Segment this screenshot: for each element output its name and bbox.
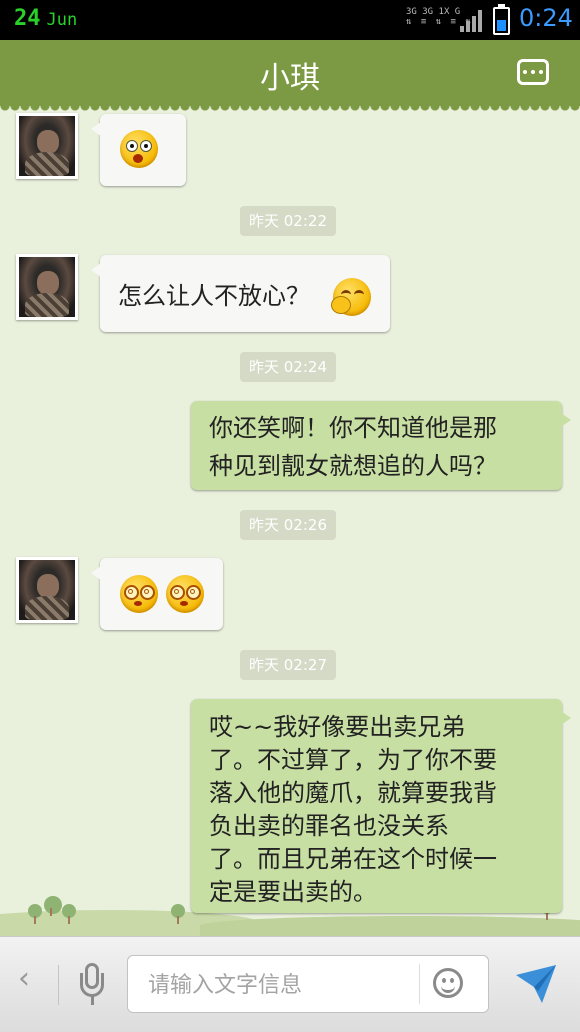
status-date-day: 24	[14, 6, 41, 31]
message-line: 定是要出卖的。	[209, 878, 377, 906]
message-line: 了。不过算了，为了你不要	[209, 746, 497, 774]
message-bubble-incoming[interactable]: 怎么让人不放心？	[91, 255, 390, 332]
contact-avatar[interactable]	[16, 557, 78, 623]
message-line: 种见到靓女就想追的人吗？	[209, 452, 497, 480]
surprised-emoji-icon	[120, 130, 158, 168]
message-bubble-incoming[interactable]	[91, 558, 223, 630]
message-timestamp: 昨天 02:26	[240, 510, 336, 540]
chat-header: 小琪	[0, 40, 580, 112]
dizzy-emoji-icon	[120, 575, 158, 613]
dizzy-emoji-icon	[166, 575, 204, 613]
message-input[interactable]	[146, 968, 420, 1002]
status-time: 0:24	[519, 4, 573, 32]
message-line: 你还笑啊！你不知道他是那	[209, 414, 497, 442]
message-bubble-outgoing[interactable]: 你还笑啊！你不知道他是那 种见到靓女就想追的人吗？	[191, 401, 571, 490]
message-line: 落入他的魔爪，就算要我背	[209, 779, 497, 807]
message-text: 哎~~我好像要出卖兄弟 了。不过算了，为了你不要 落入他的魔爪，就算要我背 负出…	[209, 711, 497, 909]
message-text: 你还笑啊！你不知道他是那 种见到靓女就想追的人吗？	[209, 409, 497, 485]
smiley-icon[interactable]	[433, 968, 463, 998]
network-label-3g: 3G	[406, 7, 417, 17]
message-input-box[interactable]	[127, 955, 489, 1013]
message-timestamp: 昨天 02:27	[240, 650, 336, 680]
send-icon[interactable]	[514, 961, 558, 1005]
chat-title: 小琪	[260, 61, 320, 96]
network-label-3g1x: 3G 1X	[422, 7, 450, 17]
message-bubble-outgoing[interactable]: 哎~~我好像要出卖兄弟 了。不过算了，为了你不要 落入他的魔爪，就算要我背 负出…	[191, 699, 571, 913]
laughing-emoji-icon	[331, 278, 371, 316]
message-bubble-incoming[interactable]	[91, 114, 186, 186]
divider	[419, 964, 420, 1004]
contact-avatar[interactable]	[16, 113, 78, 179]
message-line: 哎~~我好像要出卖兄弟	[209, 713, 466, 741]
message-timestamp: 昨天 02:22	[240, 206, 336, 236]
contact-avatar[interactable]	[16, 254, 78, 320]
status-bar: 24 Jun 3G 3G 1X G ⇅ ≡ ⇅ ≡ ⇅ 0:24	[0, 0, 580, 40]
microphone-icon[interactable]	[80, 963, 106, 1007]
signal-icon	[460, 10, 484, 32]
message-line: 了。而且兄弟在这个时候一	[209, 845, 497, 873]
battery-icon	[493, 4, 510, 35]
divider	[58, 965, 59, 1005]
message-input-bar: ‹	[0, 936, 580, 1032]
message-text: 怎么让人不放心？	[118, 282, 310, 310]
status-date-month: Jun	[46, 10, 78, 30]
status-date: 24 Jun	[14, 6, 77, 31]
message-timestamp: 昨天 02:24	[240, 352, 336, 382]
chevron-left-icon[interactable]: ‹	[18, 961, 30, 996]
more-dots-icon[interactable]	[517, 59, 549, 85]
message-line: 负出卖的罪名也没关系	[209, 812, 449, 840]
